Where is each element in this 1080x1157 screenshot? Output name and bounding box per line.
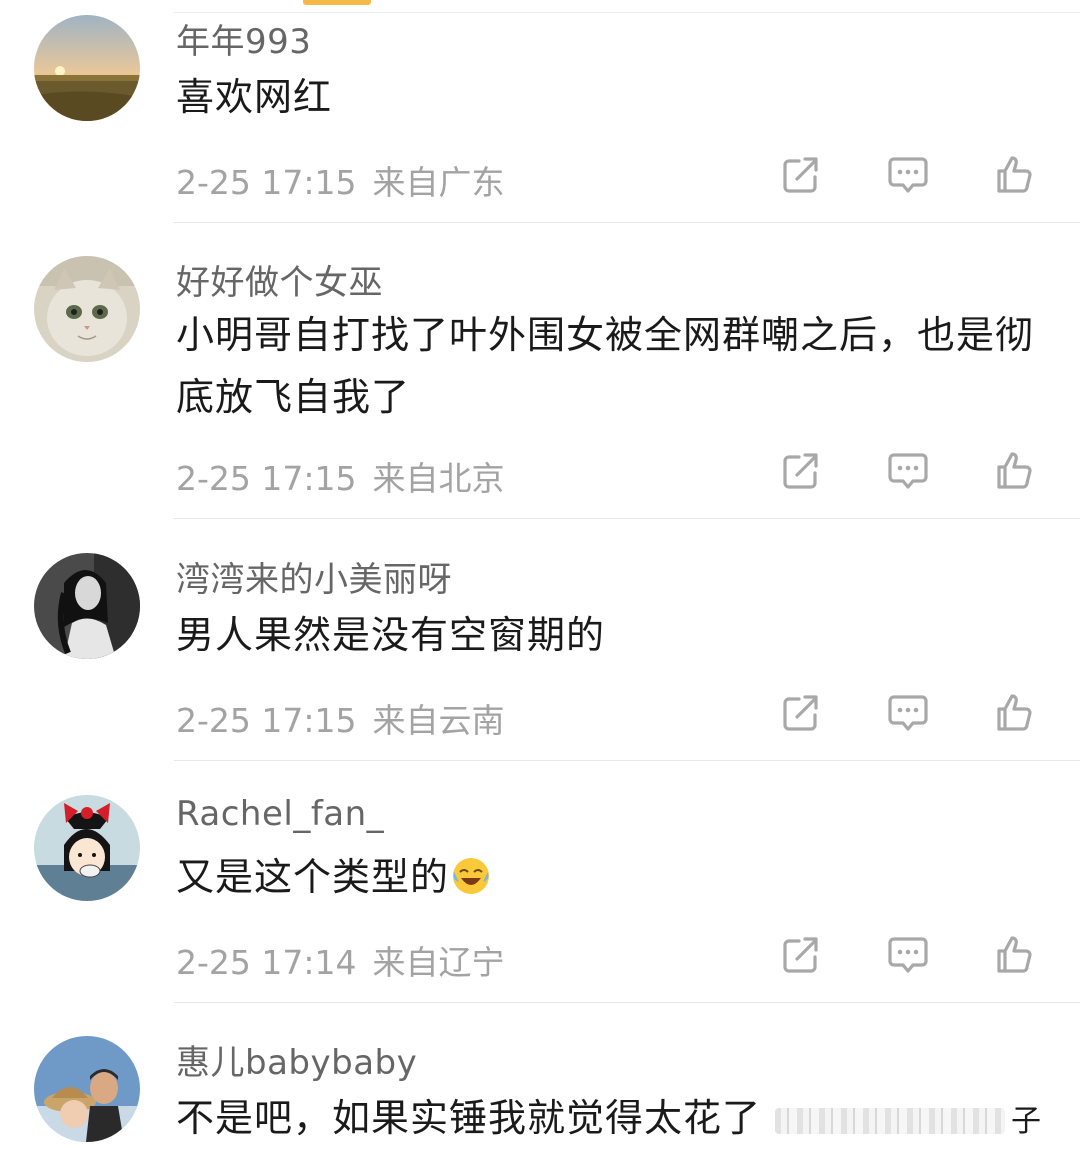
comment-icon [888, 157, 928, 193]
divider [174, 518, 1080, 519]
share-button[interactable] [779, 153, 823, 197]
reply-button[interactable] [886, 691, 930, 735]
reply-button[interactable] [886, 933, 930, 977]
share-button[interactable] [779, 449, 823, 493]
location: 来自云南 [372, 701, 505, 740]
comment-icon [888, 937, 928, 973]
divider [174, 222, 1080, 223]
comment-text-body: 不是吧，如果实锤我就觉得太花了 [176, 1096, 762, 1140]
username[interactable]: 惠儿babybaby [176, 1035, 417, 1084]
share-icon [783, 937, 818, 973]
thumbs-up-icon [997, 452, 1032, 489]
reply-button[interactable] [886, 153, 930, 197]
username[interactable]: 湾湾来的小美丽呀 [176, 552, 452, 601]
comment-meta: 2-25 17:15 来自北京 [176, 452, 505, 500]
location: 来自辽宁 [372, 943, 505, 982]
timestamp: 2-25 17:15 [176, 163, 357, 202]
like-button[interactable] [992, 691, 1036, 735]
location: 来自广东 [372, 163, 505, 202]
share-button[interactable] [779, 933, 823, 977]
comment-text-body: 又是这个类型的 [176, 855, 450, 899]
comment-text: 喜欢网红 [176, 75, 333, 119]
avatar[interactable] [34, 553, 140, 659]
avatar[interactable] [34, 795, 140, 901]
avatar[interactable] [34, 1036, 140, 1142]
comment-text: 男人果然是没有空窗期的 [176, 613, 606, 657]
comment-icon [888, 453, 928, 489]
share-icon [783, 453, 818, 489]
username[interactable]: Rachel_fan_ [176, 794, 384, 834]
comment-meta: 2-25 17:14 来自辽宁 [176, 936, 505, 984]
comment-icon [888, 695, 928, 731]
divider [174, 760, 1080, 761]
comment-text: 小明哥自打找了叶外围女被全网群嘲之后，也是彻底放飞自我了 [176, 313, 1035, 419]
like-button[interactable] [992, 933, 1036, 977]
location: 来自北京 [372, 459, 505, 498]
timestamp: 2-25 17:15 [176, 701, 357, 740]
comment-trailing-text: 子 [1011, 1104, 1043, 1139]
laughing-crying-emoji [453, 858, 490, 894]
divider [174, 1002, 1080, 1003]
username[interactable]: 年年993 [176, 14, 311, 63]
comment-text: 不是吧，如果实锤我就觉得太花了 子 [176, 1087, 1066, 1153]
username[interactable]: 好好做个女巫 [176, 255, 383, 304]
timestamp: 2-25 17:14 [176, 943, 357, 982]
tab-indicator [303, 0, 371, 5]
avatar[interactable] [34, 15, 140, 121]
thumbs-up-icon [997, 156, 1032, 193]
comment-meta: 2-25 17:15 来自广东 [176, 156, 505, 204]
share-button[interactable] [779, 691, 823, 735]
comment-meta: 2-25 17:15 来自云南 [176, 694, 505, 742]
thumbs-up-icon [997, 936, 1032, 973]
avatar[interactable] [34, 256, 140, 362]
share-icon [783, 695, 818, 731]
reply-button[interactable] [886, 449, 930, 493]
like-button[interactable] [992, 449, 1036, 493]
comment-text: 又是这个类型的 [176, 846, 1056, 908]
divider [174, 12, 1080, 13]
obscured-text [775, 1107, 1006, 1134]
share-icon [783, 157, 818, 193]
like-button[interactable] [992, 153, 1036, 197]
timestamp: 2-25 17:15 [176, 459, 357, 498]
thumbs-up-icon [997, 694, 1032, 731]
